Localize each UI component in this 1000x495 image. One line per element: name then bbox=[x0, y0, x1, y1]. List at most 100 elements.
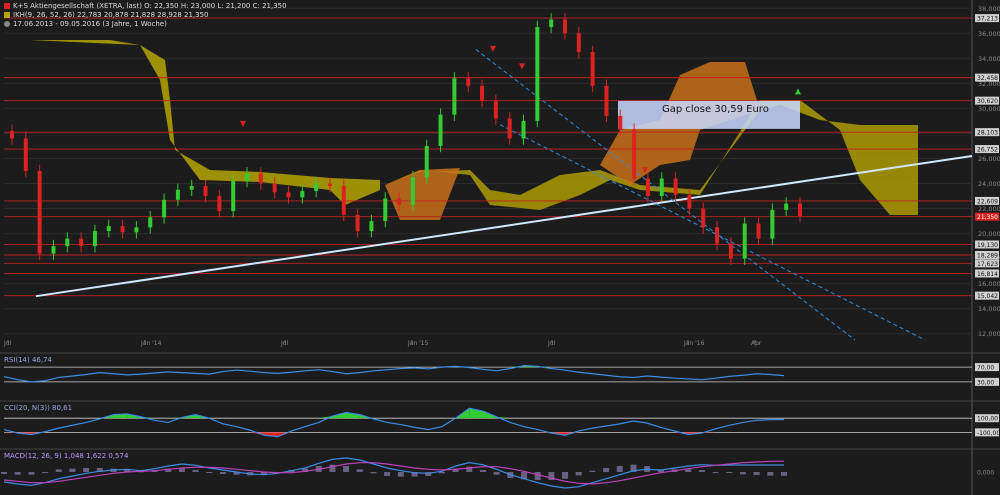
candle-body bbox=[604, 85, 609, 116]
x-tick-label: Apr bbox=[751, 340, 762, 347]
candle-body bbox=[659, 178, 664, 197]
candle-body bbox=[438, 114, 443, 146]
clock-icon bbox=[4, 21, 10, 27]
y-tick-label: 22,000 bbox=[978, 205, 1000, 213]
cloud-swatch bbox=[4, 12, 10, 18]
candle-body bbox=[687, 194, 692, 209]
y-tick-label: 34,000 bbox=[978, 55, 1000, 63]
candle-body bbox=[590, 52, 595, 86]
macd-histogram-bar bbox=[370, 472, 377, 474]
macd-histogram-bar bbox=[781, 472, 787, 476]
macd-histogram-bar bbox=[28, 472, 35, 475]
panel-level-label: -100,00 bbox=[977, 430, 1000, 437]
candle-body bbox=[148, 217, 153, 228]
panel-title: CCI(20, N(3)) 80,61 bbox=[4, 404, 72, 412]
candle-body bbox=[383, 198, 388, 222]
candle-body bbox=[728, 243, 733, 259]
legend-range: 17.06.2013 - 09.05.2016 (3 Jahre, 1 Woch… bbox=[4, 20, 287, 29]
candle-body bbox=[245, 173, 250, 182]
level-label: 32,458 bbox=[977, 75, 998, 82]
macd-histogram-bar bbox=[69, 468, 76, 472]
macd-histogram-bar bbox=[479, 470, 486, 472]
legend-title-text: K+S Aktiengesellschaft (XETRA, last) O: … bbox=[13, 2, 287, 10]
legend-title: K+S Aktiengesellschaft (XETRA, last) O: … bbox=[4, 2, 287, 11]
level-label: 22,609 bbox=[977, 198, 998, 205]
y-tick-label: 14,000 bbox=[978, 305, 1000, 313]
x-tick-label: Jul bbox=[3, 340, 12, 347]
macd-histogram-bar bbox=[712, 472, 719, 473]
panel-level-label: 30,00 bbox=[977, 379, 994, 386]
macd-histogram-bar bbox=[603, 468, 610, 472]
panel-title: MACD(12, 26, 9) 1,048 1,622 0,574 bbox=[4, 452, 129, 460]
candle-body bbox=[521, 120, 526, 139]
candle-body bbox=[341, 186, 346, 215]
legend-ichimoku: IKH(9, 26, 52, 26) 22,783 20,878 21,828 … bbox=[4, 11, 287, 20]
legend-range-text: 17.06.2013 - 09.05.2016 (3 Jahre, 1 Woch… bbox=[13, 20, 167, 28]
level-label: 16,814 bbox=[977, 271, 998, 278]
panel-title: RSI(14) 46,74 bbox=[4, 356, 53, 364]
macd-histogram-bar bbox=[206, 472, 213, 473]
candle-body bbox=[645, 178, 650, 197]
legend-ichimoku-text: IKH(9, 26, 52, 26) 22,783 20,878 21,828 … bbox=[13, 11, 209, 19]
chart-legend: K+S Aktiengesellschaft (XETRA, last) O: … bbox=[4, 2, 287, 29]
candle-body bbox=[23, 138, 28, 171]
macd-histogram-bar bbox=[616, 466, 623, 472]
gap-close-annotation: Gap close 30,59 Euro bbox=[662, 104, 769, 115]
macd-histogram-bar bbox=[42, 472, 49, 473]
stock-chart: 12,00014,00016,00018,00020,00022,00024,0… bbox=[0, 0, 1000, 495]
y-tick-label: 36,000 bbox=[978, 30, 1000, 38]
candle-body bbox=[92, 231, 97, 247]
candle-body bbox=[466, 78, 471, 86]
macd-histogram-bar bbox=[534, 472, 541, 480]
candle-body bbox=[632, 129, 637, 179]
macd-histogram-bar bbox=[493, 472, 500, 475]
x-tick-label: Jul bbox=[547, 340, 556, 347]
candle-body bbox=[673, 178, 678, 195]
y-tick-label: 20,000 bbox=[978, 230, 1000, 238]
candle-body bbox=[480, 85, 485, 101]
candle-body bbox=[562, 19, 567, 34]
candle-body bbox=[286, 192, 291, 198]
macd-histogram-bar bbox=[192, 470, 199, 472]
candle-body bbox=[397, 198, 402, 205]
candle-body bbox=[410, 177, 415, 205]
macd-histogram-bar bbox=[739, 472, 746, 475]
macd-histogram-bar bbox=[698, 470, 705, 472]
macd-histogram-bar bbox=[14, 472, 21, 475]
candle-body bbox=[798, 203, 802, 217]
y-tick-label: 16,000 bbox=[978, 280, 1000, 288]
candle-body bbox=[701, 208, 706, 228]
candle-body bbox=[493, 100, 498, 119]
candle-body bbox=[272, 183, 277, 193]
candle-body bbox=[65, 238, 70, 247]
level-label: 18,289 bbox=[977, 253, 998, 260]
candle-body bbox=[314, 183, 319, 192]
candle-body bbox=[189, 186, 194, 190]
candle-body bbox=[618, 115, 623, 130]
candle-body bbox=[549, 19, 554, 28]
x-tick-label: Jan '14 bbox=[140, 340, 162, 347]
panel-level-label: 70,00 bbox=[977, 365, 994, 372]
level-label: 15,042 bbox=[977, 293, 998, 300]
candle-body bbox=[424, 145, 429, 178]
level-label: 30,620 bbox=[977, 98, 998, 105]
candle-body bbox=[507, 118, 512, 139]
candle-body bbox=[51, 246, 56, 254]
candle-body bbox=[106, 226, 111, 232]
level-label: 21,350 bbox=[977, 214, 998, 221]
candle-body bbox=[37, 171, 42, 254]
candle-body bbox=[300, 191, 305, 198]
candle-body bbox=[715, 227, 720, 244]
candle-body bbox=[327, 183, 332, 187]
level-label: 19,130 bbox=[977, 242, 998, 249]
x-tick-label: Jan '15 bbox=[407, 340, 429, 347]
bear-swatch bbox=[4, 3, 10, 9]
chart-background bbox=[0, 0, 1000, 495]
y-tick-label: 12,000 bbox=[978, 330, 1000, 338]
candle-body bbox=[231, 181, 236, 212]
candle-body bbox=[79, 238, 84, 247]
level-label: 17,623 bbox=[977, 261, 998, 268]
y-tick-label: 24,000 bbox=[978, 180, 1000, 188]
macd-histogram-bar bbox=[589, 470, 596, 472]
macd-histogram-bar bbox=[685, 469, 692, 472]
